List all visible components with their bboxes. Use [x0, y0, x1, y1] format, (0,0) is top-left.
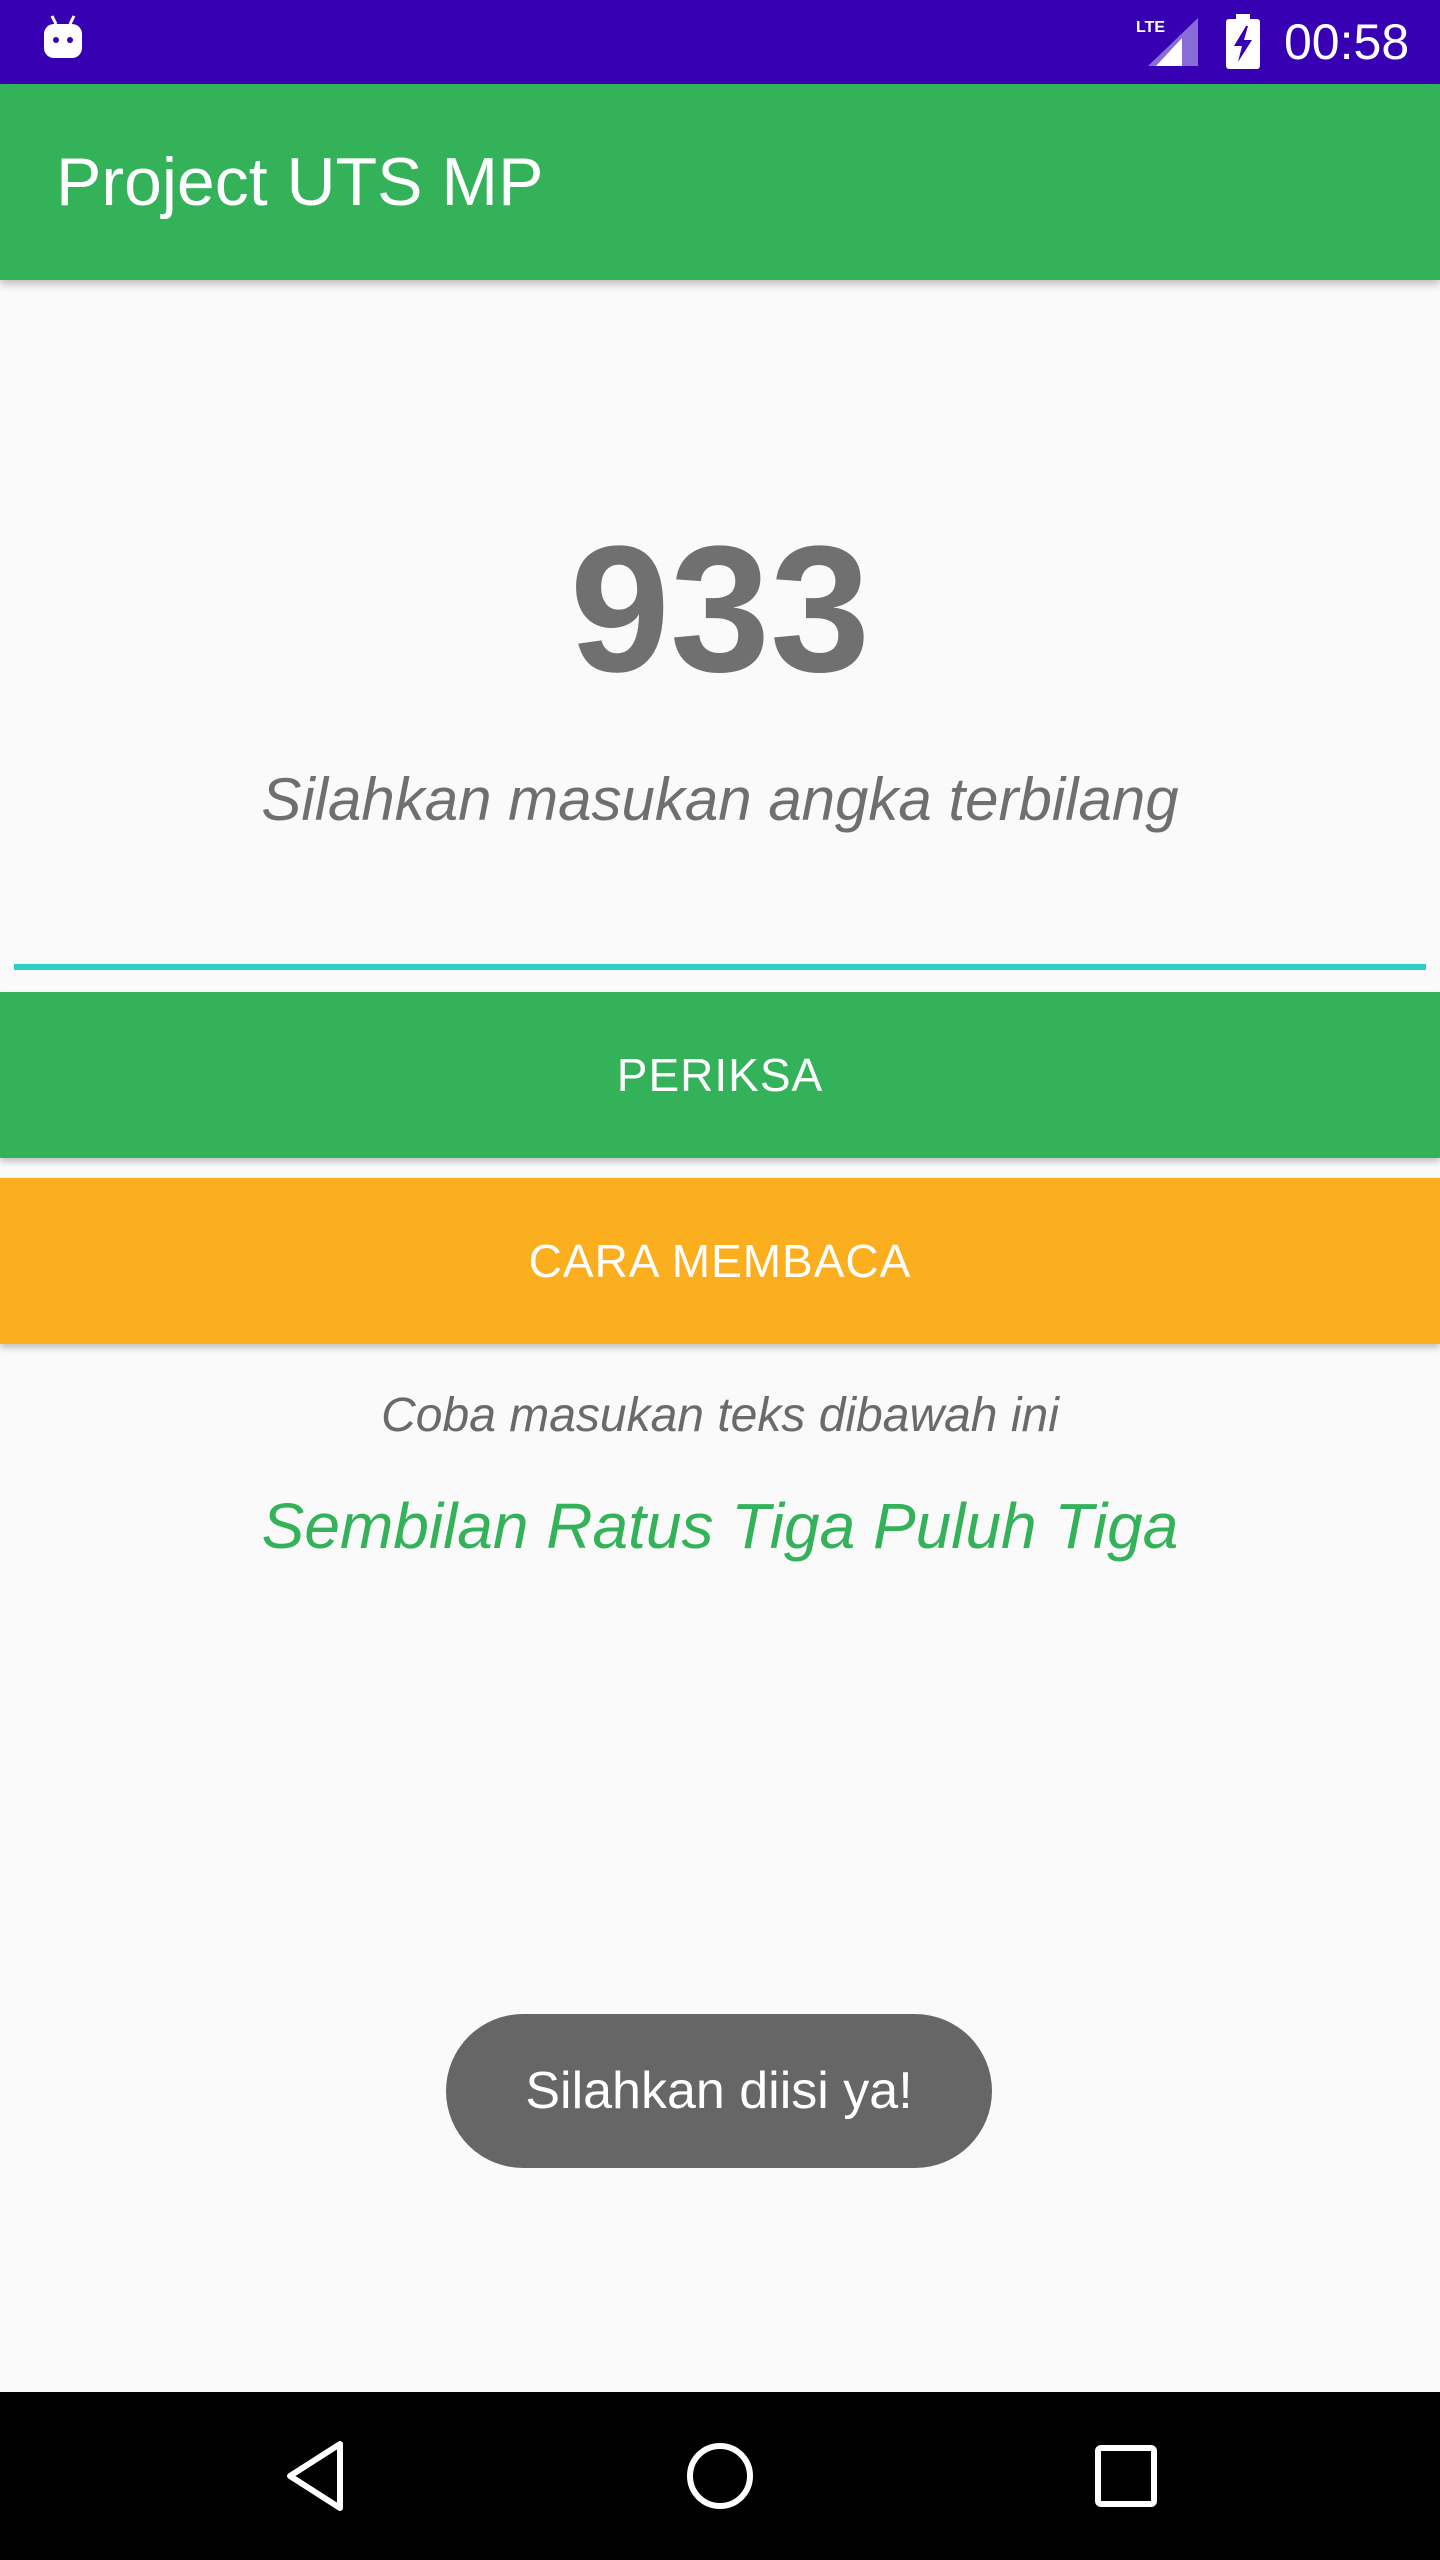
- answer-input[interactable]: [14, 890, 1426, 970]
- target-number: 933: [569, 509, 871, 710]
- recents-icon[interactable]: [1086, 2436, 1166, 2516]
- android-icon: [44, 15, 82, 58]
- lte-signal-icon: LTE: [1136, 18, 1198, 66]
- battery-charging-icon: [1226, 14, 1260, 69]
- answer-text: Sembilan Ratus Tiga Puluh Tiga: [261, 1490, 1179, 1562]
- hint-text: Coba masukan teks dibawah ini: [381, 1389, 1059, 1442]
- how-to-read-button[interactable]: CARA MEMBACA: [0, 1178, 1440, 1344]
- back-icon[interactable]: [280, 2436, 350, 2516]
- toast-message: Silahkan diisi ya!: [446, 2014, 992, 2168]
- app-title: Project UTS MP: [56, 144, 544, 220]
- network-label: LTE: [1136, 19, 1165, 36]
- instruction-text: Silahkan masukan angka terbilang: [261, 766, 1179, 833]
- check-button[interactable]: PERIKSA: [0, 992, 1440, 1158]
- status-clock: 00:58: [1284, 14, 1410, 70]
- status-bar: LTE 00:58: [0, 0, 1440, 84]
- home-icon[interactable]: [680, 2436, 760, 2516]
- navigation-bar: [0, 2392, 1440, 2560]
- app-bar: Project UTS MP: [0, 84, 1440, 280]
